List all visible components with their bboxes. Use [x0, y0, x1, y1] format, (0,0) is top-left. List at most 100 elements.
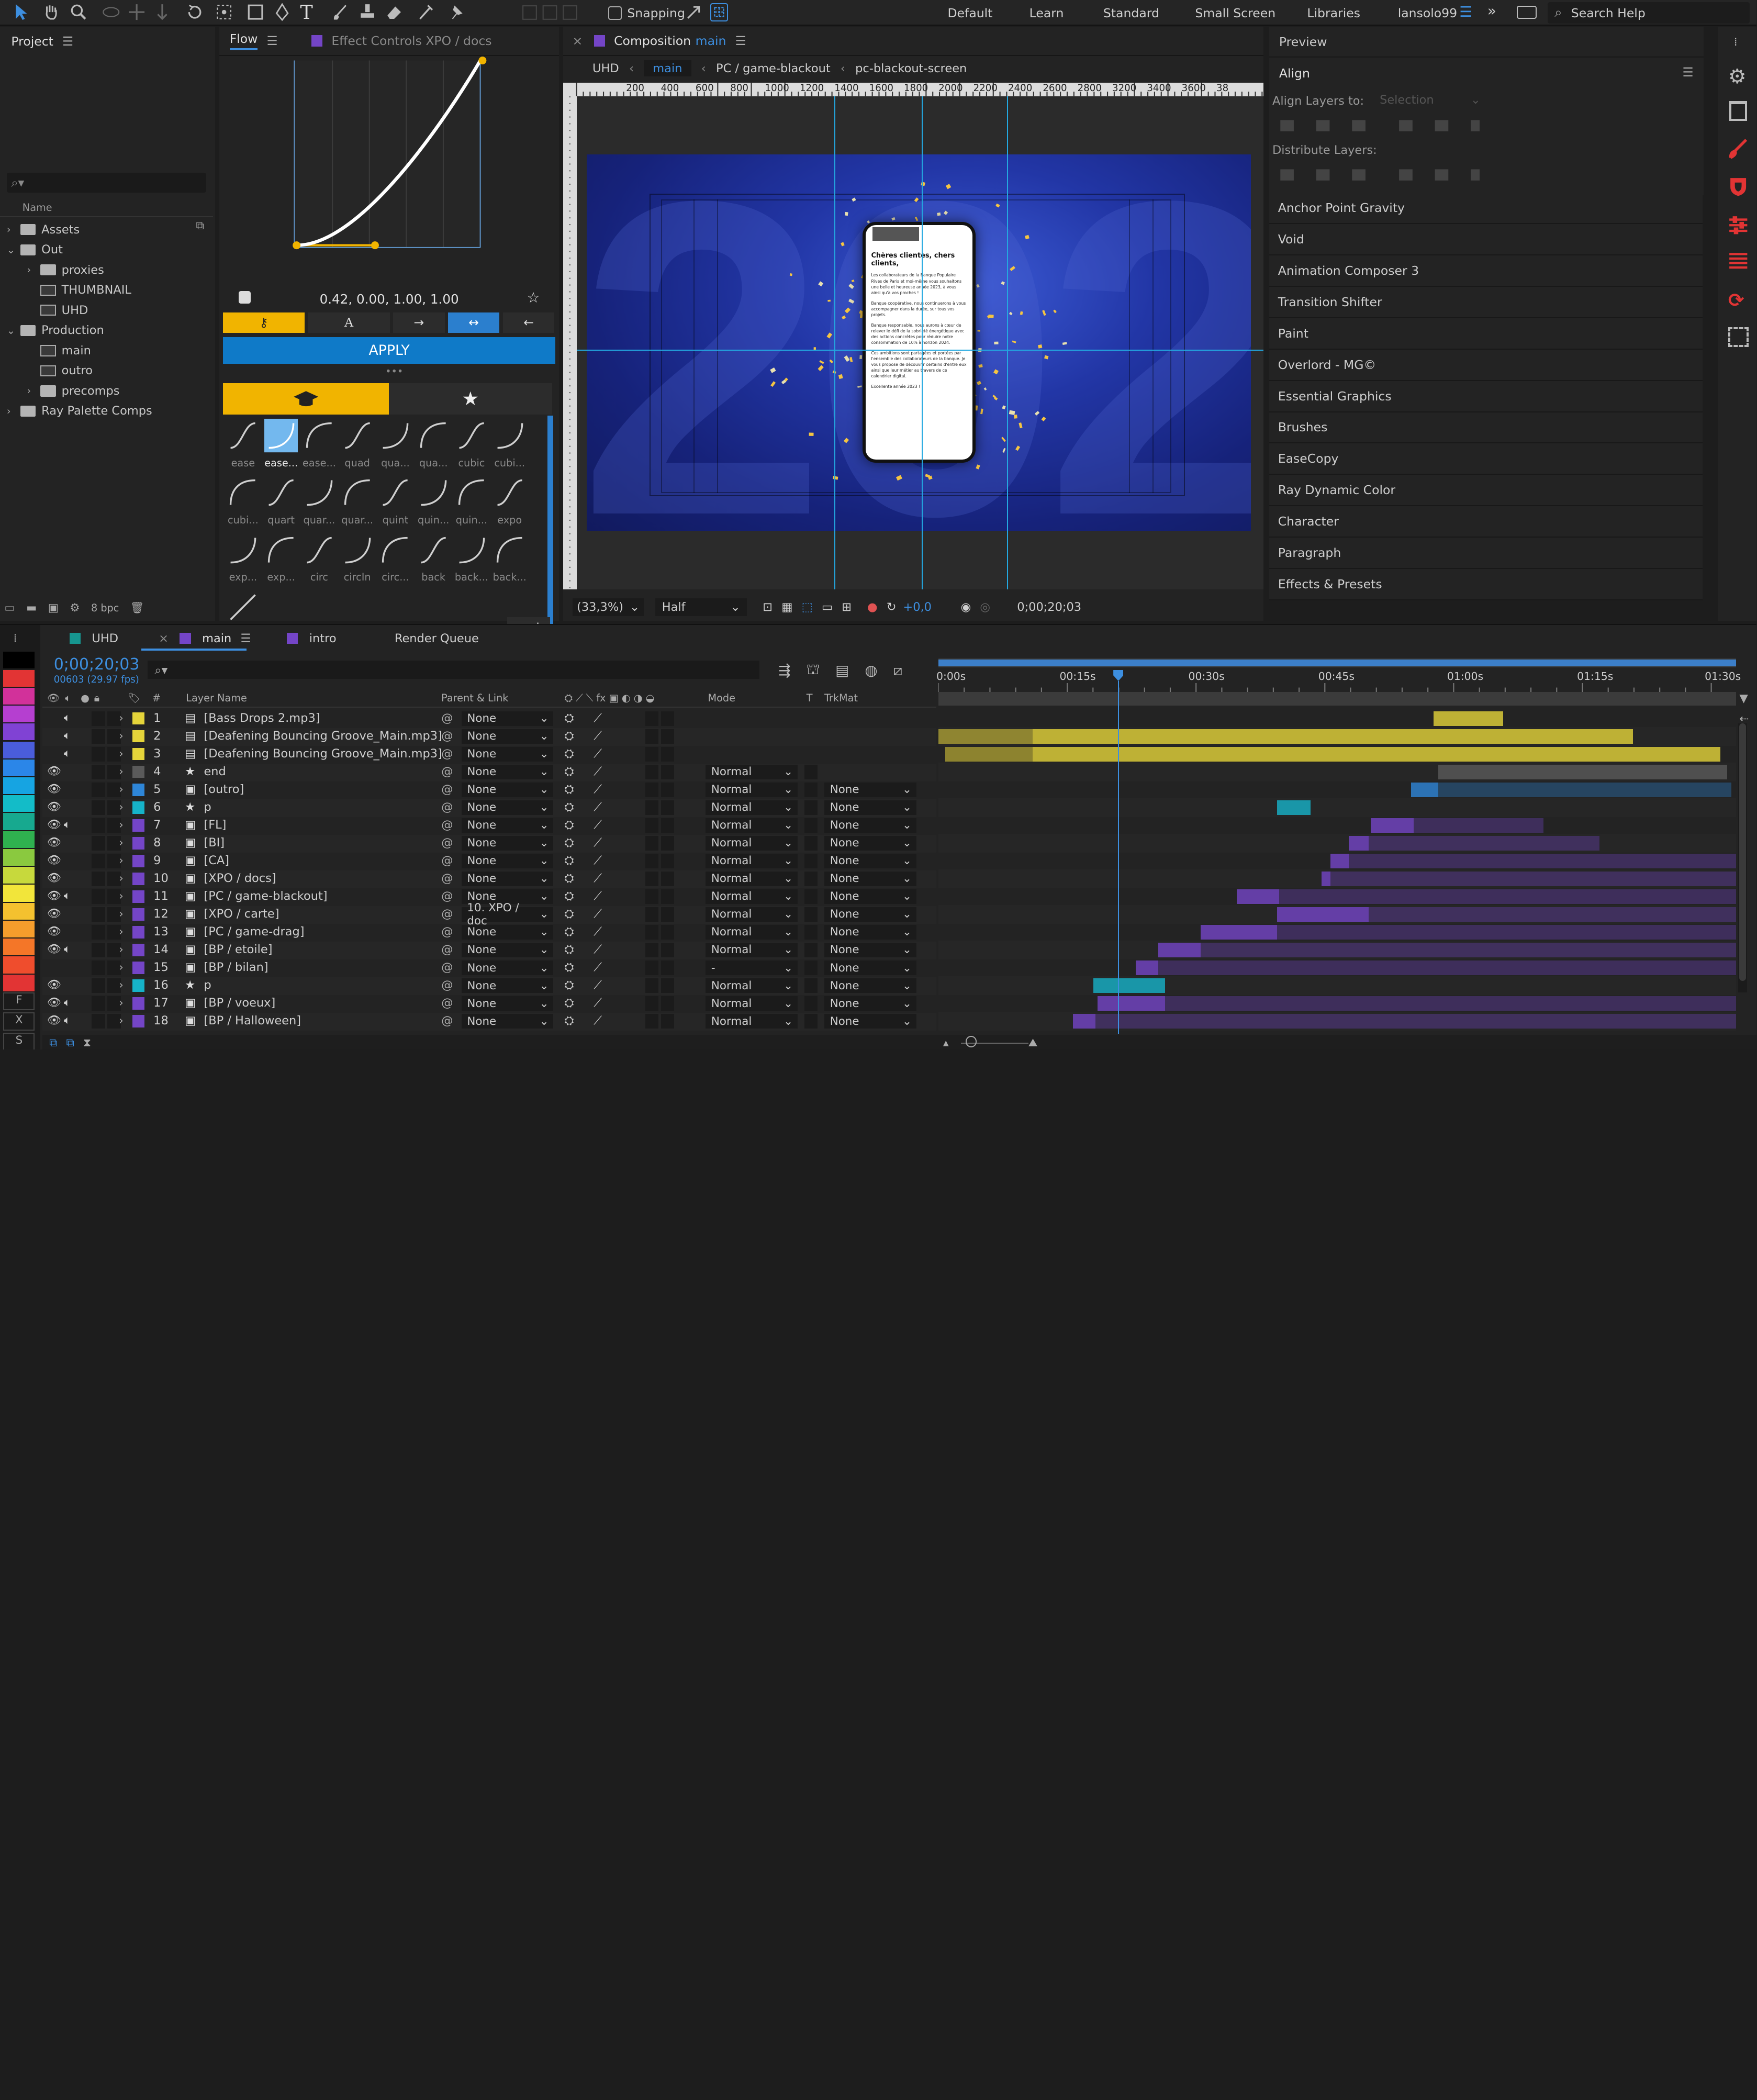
preserve-transparency-switch[interactable]	[804, 996, 818, 1011]
clone-stamp-tool-icon[interactable]	[359, 3, 376, 24]
layer-name-header[interactable]: Layer Name	[186, 692, 247, 704]
audio-speaker-icon[interactable]: 🔈︎	[64, 747, 71, 760]
shy-switch-icon[interactable]: ⛭	[565, 783, 574, 796]
toolbar-grip-icon[interactable]: ⁞	[1734, 36, 1738, 49]
motion-blur-switch[interactable]	[661, 764, 675, 779]
expand-chevron-icon[interactable]: ›	[119, 800, 124, 814]
shy-switch-icon[interactable]: ⛭	[565, 747, 574, 761]
layer-search-input[interactable]: ⌕▾	[148, 661, 759, 679]
layer-duration-bar[interactable]	[1033, 746, 1721, 762]
label-color-swatch[interactable]	[3, 741, 35, 758]
project-item-assets[interactable]: › Assets	[0, 219, 213, 240]
ease-preset[interactable]: expo	[490, 474, 529, 530]
shield-icon[interactable]	[1729, 177, 1747, 200]
layer-name[interactable]: [XPO / carte]	[204, 907, 279, 921]
motion-blur-switch[interactable]	[661, 746, 675, 762]
fast-preview-icon[interactable]: ⊡	[763, 600, 773, 614]
num-header[interactable]: #	[152, 692, 161, 704]
layer-row[interactable]: 👁︎ › 13 ▣ [PC / game-drag] @ None ⌄ ⛭ ⟋ Normal ⌄ Non…	[42, 924, 936, 942]
quality-switch-icon[interactable]: ⟋	[594, 729, 602, 743]
track-matte-dropdown[interactable]: None ⌄	[824, 1014, 916, 1029]
ease-preset[interactable]: back...	[490, 531, 529, 587]
selection-tool-icon[interactable]	[14, 3, 29, 24]
project-item-proxies[interactable]: › proxies	[0, 260, 213, 280]
disclosure-triangle-icon[interactable]: ›	[27, 385, 40, 397]
eraser-tool-icon[interactable]	[385, 3, 403, 24]
fx-switch[interactable]	[645, 711, 659, 726]
pickwhip-icon[interactable]: @	[441, 925, 453, 939]
shy-switch-icon[interactable]: ⛭	[565, 889, 574, 903]
fx-switch[interactable]	[645, 889, 659, 904]
tab-intro[interactable]: intro	[309, 632, 337, 645]
ease-preset[interactable]: back	[415, 531, 453, 587]
zoom-tool-icon[interactable]	[70, 3, 87, 24]
parent-dropdown[interactable]: None ⌄	[461, 871, 554, 886]
panel-effects-presets[interactable]: Effects & Presets	[1269, 569, 1703, 601]
layer-name[interactable]: [BP / voeux]	[204, 996, 275, 1010]
preserve-transparency-switch[interactable]	[804, 871, 818, 886]
preserve-transparency-switch[interactable]	[804, 943, 818, 957]
pickwhip-icon[interactable]: @	[441, 907, 453, 921]
panel-essential-graphics[interactable]: Essential Graphics	[1269, 381, 1703, 412]
motion-blur-switch[interactable]	[661, 943, 675, 957]
dolly-tool-icon[interactable]	[154, 3, 170, 24]
ease-preset[interactable]: cubi...	[490, 417, 529, 473]
pan-tool-icon[interactable]	[128, 3, 146, 24]
expand-chevron-icon[interactable]: ›	[119, 711, 124, 725]
layer-label-color[interactable]	[132, 837, 145, 850]
quality-switch-icon[interactable]: ⟋	[594, 747, 602, 761]
resolution-dropdown[interactable]: Half ⌄	[655, 598, 747, 616]
label-color-swatch[interactable]	[3, 706, 35, 723]
audio-speaker-icon[interactable]: 🔈︎	[64, 729, 71, 742]
project-item-ray-palette-comps[interactable]: › Ray Palette Comps	[0, 401, 213, 421]
layer-duration-bar[interactable]	[1330, 853, 1349, 868]
ease-both-button[interactable]: ↔	[447, 312, 500, 333]
pickwhip-icon[interactable]: @	[441, 765, 453, 778]
preserve-transparency-switch[interactable]	[804, 925, 818, 940]
project-title[interactable]: Project	[11, 34, 53, 49]
layer-name[interactable]: p	[204, 800, 211, 814]
disclosure-triangle-icon[interactable]: ⌄	[7, 325, 20, 337]
fx-switch[interactable]	[645, 907, 659, 922]
project-item-precomps[interactable]: › precomps	[0, 381, 213, 401]
label-color-swatch[interactable]	[3, 759, 35, 776]
project-search-input[interactable]: ⌕▾	[6, 172, 206, 193]
panel-overlord-mg-[interactable]: Overlord - MG©	[1269, 349, 1703, 381]
rectangle-tool-icon[interactable]	[247, 3, 264, 24]
layer-label-color[interactable]	[132, 908, 145, 921]
visibility-eye-icon[interactable]: 👁︎	[47, 925, 61, 938]
layer-duration-bar[interactable]	[1434, 711, 1503, 726]
layer-duration-bar-trimmed[interactable]	[938, 729, 1033, 744]
expand-chevron-icon[interactable]: ›	[119, 996, 124, 1010]
tab-learn-presets[interactable]	[222, 383, 389, 415]
layer-name[interactable]: [PC / game-drag]	[204, 925, 304, 939]
layer-row[interactable]: 👁︎ › 9 ▣ [CA] @ None ⌄ ⛭ ⟋ Normal ⌄ None ⌄	[42, 853, 936, 870]
fx-switch[interactable]	[645, 764, 659, 779]
audio-speaker-icon[interactable]: 🔈︎	[64, 711, 71, 724]
layer-duration-bar-trimmed[interactable]	[1348, 853, 1736, 868]
panel-transition-shifter[interactable]: Transition Shifter	[1269, 286, 1703, 318]
layer-row[interactable]: 👁︎ › 5 ▣ [outro] @ None ⌄ ⛭ ⟋ Normal ⌄ None ⌄	[42, 781, 936, 799]
layer-row[interactable]: 👁︎ 🔈︎ › 7 ▣ [FL] @ None ⌄ ⛭ ⟋ Normal ⌄ None ⌄	[42, 817, 936, 835]
layer-label-color[interactable]	[132, 855, 145, 867]
layer-duration-bar[interactable]	[1438, 764, 1727, 779]
snapshot-icon[interactable]: ◉	[961, 600, 971, 614]
solo-switch[interactable]	[92, 996, 106, 1011]
label-color-swatch[interactable]	[3, 813, 35, 830]
sliders-icon[interactable]	[1728, 215, 1749, 239]
audio-speaker-icon[interactable]: 🔈︎	[64, 889, 71, 902]
quality-switch-icon[interactable]: ⟋	[594, 889, 602, 903]
crumb-game-blackout[interactable]: PC / game-blackout	[716, 62, 831, 75]
solo-header-icon[interactable]: ●	[81, 692, 89, 704]
quality-switch-icon[interactable]: ⟋	[594, 872, 602, 885]
layer-name[interactable]: [outro]	[204, 783, 244, 796]
region-of-interest-icon[interactable]: ▭	[822, 600, 833, 614]
label-color-swatch[interactable]	[3, 885, 35, 902]
blend-mode-dropdown[interactable]: Normal ⌄	[706, 818, 798, 833]
pickwhip-icon[interactable]: @	[441, 1014, 453, 1027]
panel-paint[interactable]: Paint	[1269, 318, 1703, 350]
ease-preset[interactable]: quint	[376, 474, 415, 530]
quality-switch-icon[interactable]: ⟋	[594, 711, 602, 725]
zoom-dropdown[interactable]: (33,3%) ⌄	[572, 598, 644, 616]
align-to-dropdown[interactable]: Selection ⌄	[1380, 93, 1481, 109]
